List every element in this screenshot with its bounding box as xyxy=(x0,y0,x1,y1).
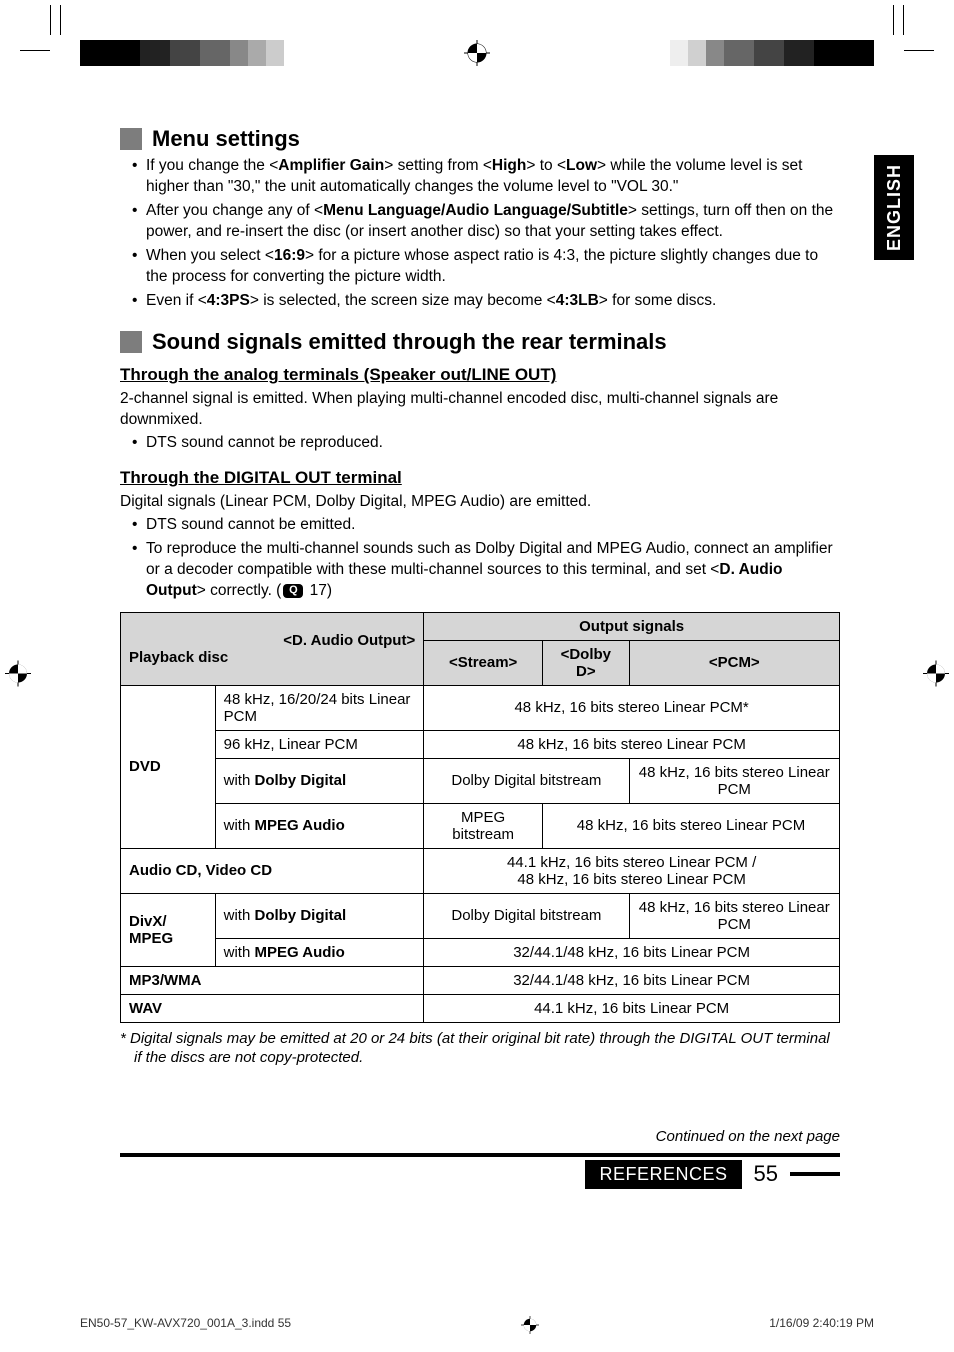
digital-bullet-list: DTS sound cannot be emitted. To reproduc… xyxy=(132,515,840,602)
table-cell: Dolby Digital bitstream xyxy=(424,758,629,803)
table-cell: 48 kHz, 16 bits stereo Linear PCM xyxy=(424,730,840,758)
registration-target-icon xyxy=(464,40,490,66)
list-item: After you change any of <Menu Language/A… xyxy=(132,201,840,243)
table-header: Playback disc xyxy=(129,649,415,666)
section-heading-menu: Menu settings xyxy=(120,126,840,152)
table-cell: 48 kHz, 16 bits stereo Linear PCM xyxy=(629,893,839,938)
table-cell: 48 kHz, 16/20/24 bits Linear PCM xyxy=(215,685,424,730)
table-header: <Stream> xyxy=(424,640,543,685)
list-item: If you change the <Amplifier Gain> setti… xyxy=(132,156,840,198)
table-cell: with MPEG Audio xyxy=(215,938,424,966)
list-item: To reproduce the multi-channel sounds su… xyxy=(132,539,840,602)
table-cell: 32/44.1/48 kHz, 16 bits Linear PCM xyxy=(424,938,840,966)
list-item: DTS sound cannot be emitted. xyxy=(132,515,840,536)
section-title: Menu settings xyxy=(152,126,300,152)
table-cell: 32/44.1/48 kHz, 16 bits Linear PCM xyxy=(424,966,840,994)
table-cell: 48 kHz, 16 bits stereo Linear PCM xyxy=(543,803,840,848)
menu-bullet-list: If you change the <Amplifier Gain> setti… xyxy=(132,156,840,311)
continued-label: Continued on the next page xyxy=(120,1128,840,1145)
table-row-header: DivX/ MPEG xyxy=(121,893,216,966)
section-marker-icon xyxy=(120,128,142,150)
page-content: Menu settings If you change the <Amplifi… xyxy=(120,120,840,1189)
list-item: Even if <4:3PS> is selected, the screen … xyxy=(132,291,840,312)
footnote: * Digital signals may be emitted at 20 o… xyxy=(120,1029,840,1068)
registration-target-icon xyxy=(521,1316,539,1334)
table-cell: MPEG bitstream xyxy=(424,803,543,848)
table-cell: 48 kHz, 16 bits stereo Linear PCM xyxy=(629,758,839,803)
table-cell: with Dolby Digital xyxy=(215,893,424,938)
color-bar-right xyxy=(670,40,874,66)
reference-icon: Q xyxy=(283,584,303,598)
list-item: DTS sound cannot be reproduced. xyxy=(132,433,840,454)
table-cell: 44.1 kHz, 16 bits stereo Linear PCM / 48… xyxy=(424,848,840,893)
section-heading-sound: Sound signals emitted through the rear t… xyxy=(120,329,840,355)
table-cell: with MPEG Audio xyxy=(215,803,424,848)
table-row-header: WAV xyxy=(121,994,424,1022)
analog-bullet-list: DTS sound cannot be reproduced. xyxy=(132,433,840,454)
table-row-header: Audio CD, Video CD xyxy=(121,848,424,893)
table-cell: 96 kHz, Linear PCM xyxy=(215,730,424,758)
print-file-name: EN50-57_KW-AVX720_001A_3.indd 55 xyxy=(80,1316,291,1334)
subheading-digital: Through the DIGITAL OUT terminal xyxy=(120,468,840,488)
table-header: <PCM> xyxy=(629,640,839,685)
table-cell: 44.1 kHz, 16 bits Linear PCM xyxy=(424,994,840,1022)
subheading-analog: Through the analog terminals (Speaker ou… xyxy=(120,365,840,385)
paragraph: 2-channel signal is emitted. When playin… xyxy=(120,389,840,431)
table-header: Output signals xyxy=(424,612,840,640)
section-marker-icon xyxy=(120,331,142,353)
language-tab-label: ENGLISH xyxy=(884,164,905,251)
table-row-header: DVD xyxy=(121,685,216,848)
color-bar-left xyxy=(80,40,284,66)
print-metadata-footer: EN50-57_KW-AVX720_001A_3.indd 55 1/16/09… xyxy=(80,1316,874,1334)
table-row-header: MP3/WMA xyxy=(121,966,424,994)
page-footer: REFERENCES 55 xyxy=(120,1153,840,1189)
registration-target-icon xyxy=(5,661,31,692)
output-signals-table: <D. Audio Output> Playback disc Output s… xyxy=(120,612,840,1023)
table-header: <D. Audio Output> xyxy=(129,632,415,649)
page-number: 55 xyxy=(754,1161,778,1187)
table-cell: Dolby Digital bitstream xyxy=(424,893,629,938)
language-tab: ENGLISH xyxy=(874,155,914,260)
print-timestamp: 1/16/09 2:40:19 PM xyxy=(769,1316,874,1334)
registration-target-icon xyxy=(923,661,949,692)
table-header: <Dolby D> xyxy=(543,640,630,685)
table-cell: 48 kHz, 16 bits stereo Linear PCM* xyxy=(424,685,840,730)
list-item: When you select <16:9> for a picture who… xyxy=(132,246,840,288)
paragraph: Digital signals (Linear PCM, Dolby Digit… xyxy=(120,492,840,513)
table-cell: with Dolby Digital xyxy=(215,758,424,803)
footer-section-label: REFERENCES xyxy=(585,1160,741,1189)
section-title: Sound signals emitted through the rear t… xyxy=(152,329,667,355)
